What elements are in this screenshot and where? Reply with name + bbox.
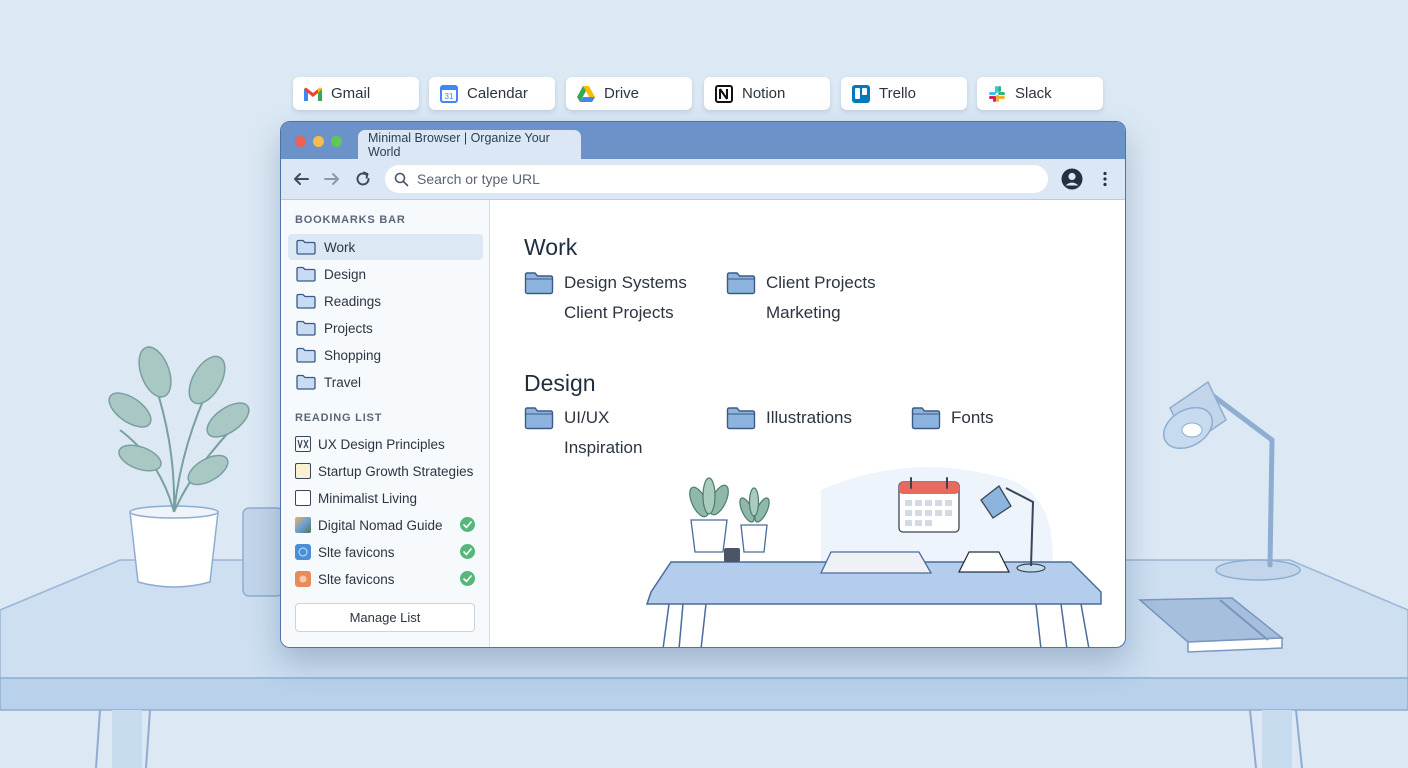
bookmark-label: Shopping	[324, 347, 382, 363]
checkmark-icon	[460, 544, 475, 559]
app-tile-gmail[interactable]: Gmail	[293, 77, 419, 110]
reading-list-item[interactable]: UX Design Principles	[295, 433, 475, 455]
bookmark-label: Readings	[324, 293, 382, 309]
circle-favicon-icon	[295, 571, 311, 587]
app-label: Drive	[604, 85, 640, 102]
browser-window: Minimal Browser | Organize Your World Se…	[280, 121, 1126, 648]
bookmark-item-travel[interactable]: Travel	[288, 369, 483, 395]
slack-icon	[987, 84, 1007, 104]
app-shortcuts: Gmail 31 Calendar Drive Notion Trello Sl…	[293, 77, 1105, 110]
app-label: Notion	[742, 85, 786, 102]
drive-icon	[576, 84, 596, 104]
app-label: Calendar	[467, 85, 528, 102]
user-avatar-icon	[1061, 168, 1083, 190]
page-favicon-icon	[295, 463, 311, 479]
tab-title: Minimal Browser | Organize Your World	[368, 130, 550, 159]
notion-icon	[714, 84, 734, 104]
title-bar: Minimal Browser | Organize Your World	[281, 122, 1125, 159]
checkmark-icon	[460, 517, 475, 532]
gmail-icon	[303, 84, 323, 104]
forward-button[interactable]	[321, 168, 343, 190]
bookmarks-heading: BOOKMARKS BAR	[295, 214, 406, 226]
bookmark-item-design[interactable]: Design	[288, 261, 483, 287]
app-tile-notion[interactable]: Notion	[704, 77, 830, 110]
reading-list-heading: READING LIST	[295, 412, 383, 424]
reading-item-title: Slte favicons	[318, 571, 395, 587]
back-button[interactable]	[290, 168, 312, 190]
bookmark-label: Design	[324, 266, 367, 282]
more-vertical-icon	[1103, 171, 1107, 187]
sidebar: BOOKMARKS BAR Work Design Readings Proje…	[281, 200, 490, 647]
trello-icon	[851, 84, 871, 104]
bookmark-label: Projects	[324, 320, 373, 336]
arrow-right-icon	[324, 173, 339, 185]
bookmark-item-projects[interactable]: Projects	[288, 315, 483, 341]
image-favicon-icon	[295, 517, 311, 533]
calendar-icon: 31	[439, 84, 459, 104]
bookmark-item-work[interactable]: Work	[288, 234, 483, 260]
workspace-illustration	[645, 467, 1102, 647]
menu-button[interactable]	[1094, 168, 1116, 190]
bookmark-item-readings[interactable]: Readings	[288, 288, 483, 314]
app-label: Gmail	[331, 85, 371, 102]
app-tile-trello[interactable]: Trello	[841, 77, 967, 110]
reading-item-title: Digital Nomad Guide	[318, 517, 443, 533]
reading-item-title: Slte favicons	[318, 544, 395, 560]
app-label: Slack	[1015, 85, 1052, 102]
folder-icon	[296, 239, 316, 255]
manage-list-button[interactable]: Manage List	[295, 603, 475, 632]
profile-button[interactable]	[1061, 168, 1083, 190]
bookmark-label: Work	[324, 239, 356, 255]
folder-icon	[296, 347, 316, 363]
folder-icon	[296, 266, 316, 282]
browser-toolbar	[281, 159, 1125, 200]
reading-list-item[interactable]: Minimalist Living	[295, 487, 475, 509]
reading-list-item[interactable]: Startup Growth Strategies	[295, 460, 475, 482]
search-icon	[394, 172, 409, 186]
reading-item-title: Startup Growth Strategies	[318, 463, 474, 479]
bookmark-item-shopping[interactable]: Shopping	[288, 342, 483, 368]
close-window-button[interactable]	[295, 136, 306, 147]
desk-scene: Gmail 31 Calendar Drive Notion Trello Sl…	[0, 0, 1408, 768]
app-tile-slack[interactable]: Slack	[977, 77, 1103, 110]
reading-list-item[interactable]: Slte favicons	[295, 541, 475, 563]
app-label: Trello	[879, 85, 916, 102]
maximize-window-button[interactable]	[331, 136, 342, 147]
tab-active[interactable]: Minimal Browser | Organize Your World	[358, 130, 581, 159]
ux-favicon-icon	[295, 436, 311, 452]
folder-icon	[296, 293, 316, 309]
address-bar[interactable]	[385, 165, 1048, 193]
page-favicon-icon	[295, 490, 311, 506]
reading-item-title: Minimalist Living	[318, 490, 418, 506]
main-content: Work Design Systems Client Projects Clie…	[491, 200, 1125, 647]
reading-list-item[interactable]: Slte favicons	[295, 568, 475, 590]
globe-favicon-icon	[295, 544, 311, 560]
app-tile-calendar[interactable]: 31 Calendar	[429, 77, 555, 110]
app-tile-drive[interactable]: Drive	[566, 77, 692, 110]
folder-icon	[296, 374, 316, 390]
bookmark-label: Travel	[324, 374, 362, 390]
reading-list-item[interactable]: Digital Nomad Guide	[295, 514, 475, 536]
svg-text:31: 31	[445, 92, 454, 101]
minimize-window-button[interactable]	[313, 136, 324, 147]
folder-icon	[296, 320, 316, 336]
reading-item-title: UX Design Principles	[318, 436, 445, 452]
search-input[interactable]	[417, 171, 1017, 187]
reload-icon	[356, 171, 370, 186]
arrow-left-icon	[294, 173, 309, 185]
checkmark-icon	[460, 571, 475, 586]
reload-button[interactable]	[352, 168, 374, 190]
